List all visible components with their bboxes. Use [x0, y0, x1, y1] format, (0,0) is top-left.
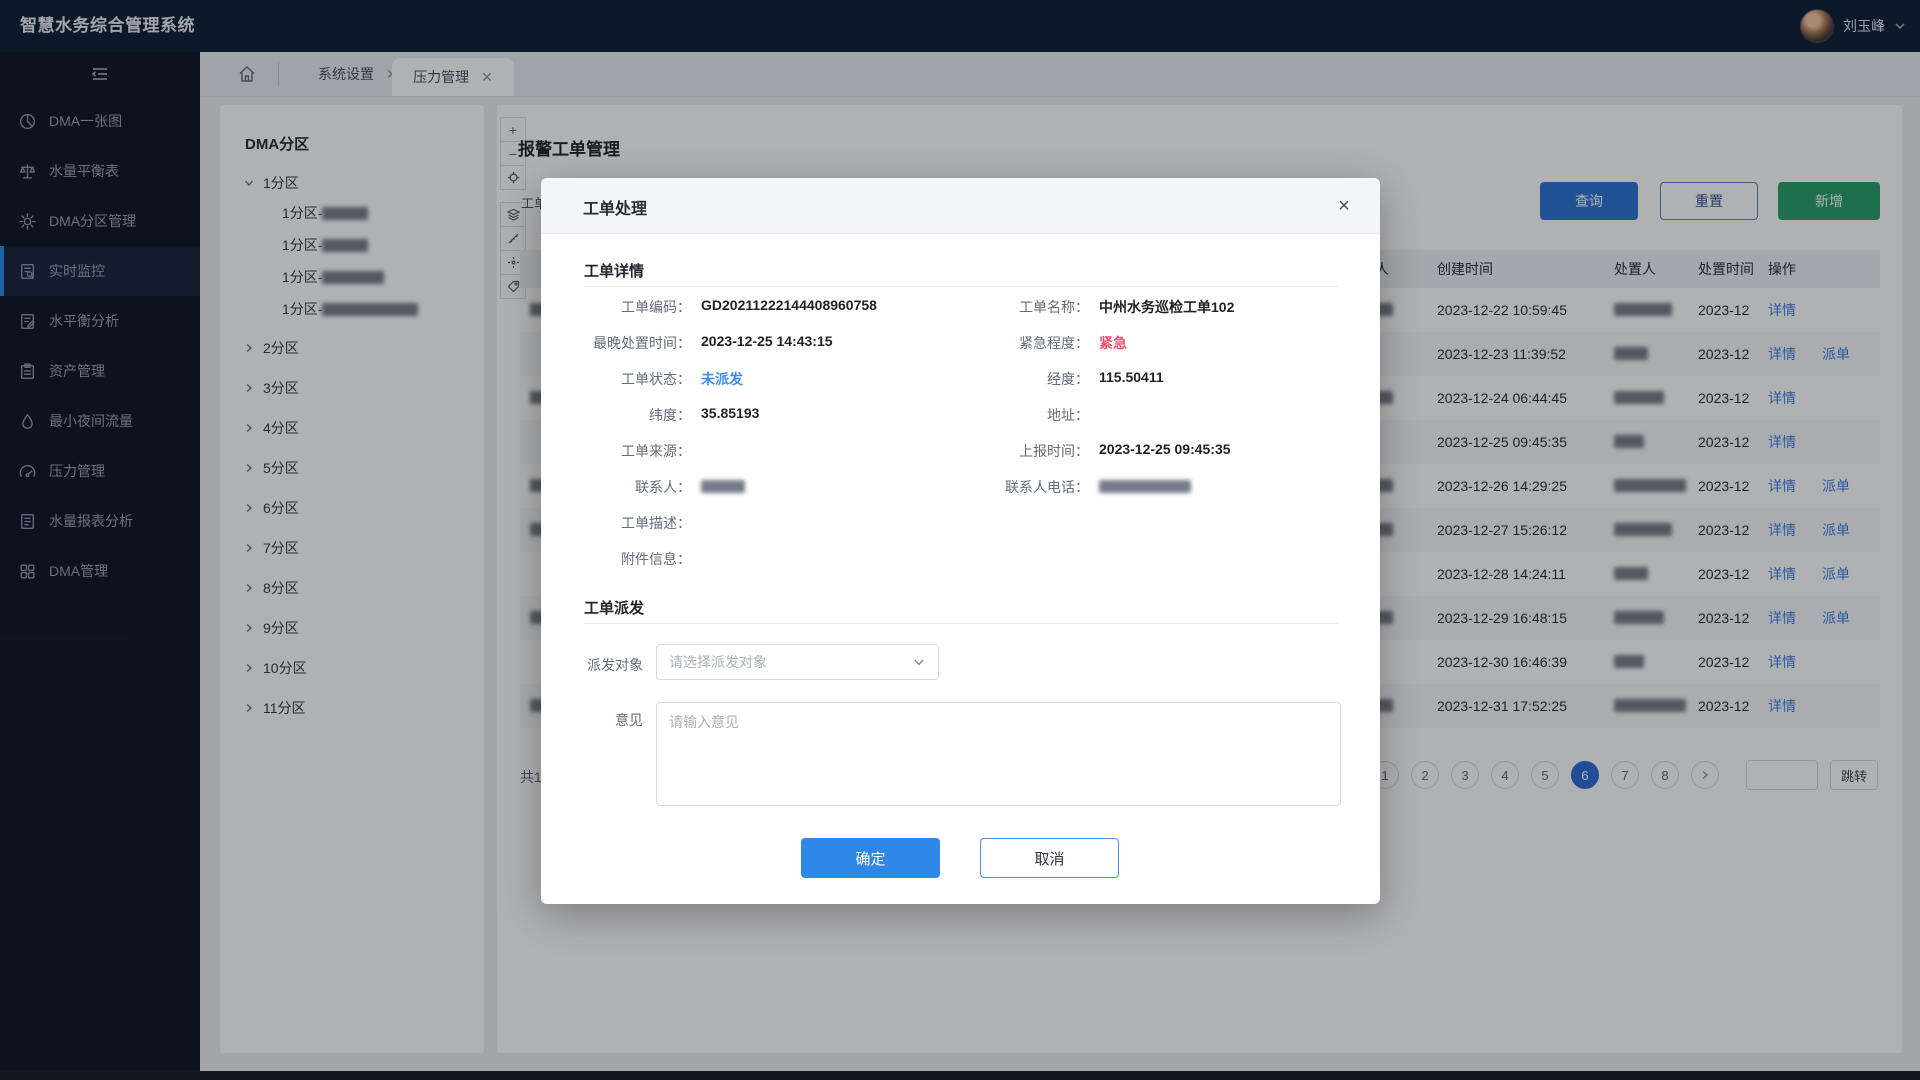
workorder-name: 中州水务巡检工单102	[1099, 297, 1234, 317]
latitude-value: 35.85193	[701, 405, 759, 421]
field-label: 附件信息：	[561, 549, 691, 569]
cancel-button[interactable]: 取消	[980, 838, 1119, 878]
field-label: 工单来源：	[561, 441, 691, 461]
dispatch-target-label: 派发对象	[513, 655, 643, 675]
field-label: 纬度：	[561, 405, 691, 425]
field-label: 工单编码：	[561, 297, 691, 317]
field-label: 上报时间：	[959, 441, 1089, 461]
modal-header: 工单处理 ×	[541, 178, 1380, 234]
field-label: 联系人电话：	[959, 477, 1089, 497]
field-label: 地址：	[959, 405, 1089, 425]
section-divider	[584, 286, 1338, 287]
workorder-code: GD20211222144408960758	[701, 297, 877, 313]
chevron-down-icon	[912, 655, 926, 669]
section-title-detail: 工单详情	[584, 260, 644, 281]
dispatch-target-select[interactable]: 请选择派发对象	[656, 644, 939, 680]
opinion-label: 意见	[513, 710, 643, 730]
modal-title: 工单处理	[583, 195, 647, 219]
contact-value	[701, 477, 745, 493]
longitude-value: 115.50411	[1099, 369, 1164, 385]
field-label: 工单描述：	[561, 513, 691, 533]
workorder-process-modal: 工单处理 × 工单详情 工单编码： GD20211222144408960758…	[541, 178, 1380, 904]
select-placeholder: 请选择派发对象	[669, 652, 912, 672]
section-divider	[584, 623, 1338, 624]
redacted-text	[701, 480, 745, 493]
field-label: 紧急程度：	[959, 333, 1089, 353]
field-label: 联系人：	[561, 477, 691, 497]
field-label: 经度：	[959, 369, 1089, 389]
confirm-button[interactable]: 确定	[801, 838, 940, 878]
close-icon[interactable]: ×	[1330, 192, 1358, 220]
app-window: 智慧水务综合管理系统 刘玉峰 DMA一张图	[0, 0, 1920, 1080]
urgency-badge: 紧急	[1099, 333, 1127, 353]
field-label: 工单状态：	[561, 369, 691, 389]
section-title-dispatch: 工单派发	[584, 597, 644, 618]
status-badge: 未派发	[701, 369, 743, 389]
redacted-text	[1099, 480, 1191, 493]
contact-phone-value	[1099, 477, 1191, 493]
deadline-value: 2023-12-25 14:43:15	[701, 333, 833, 349]
field-label: 工单名称：	[959, 297, 1089, 317]
opinion-textarea[interactable]	[656, 702, 1341, 806]
report-time-value: 2023-12-25 09:45:35	[1099, 441, 1231, 457]
field-label: 最晚处置时间：	[561, 333, 691, 353]
